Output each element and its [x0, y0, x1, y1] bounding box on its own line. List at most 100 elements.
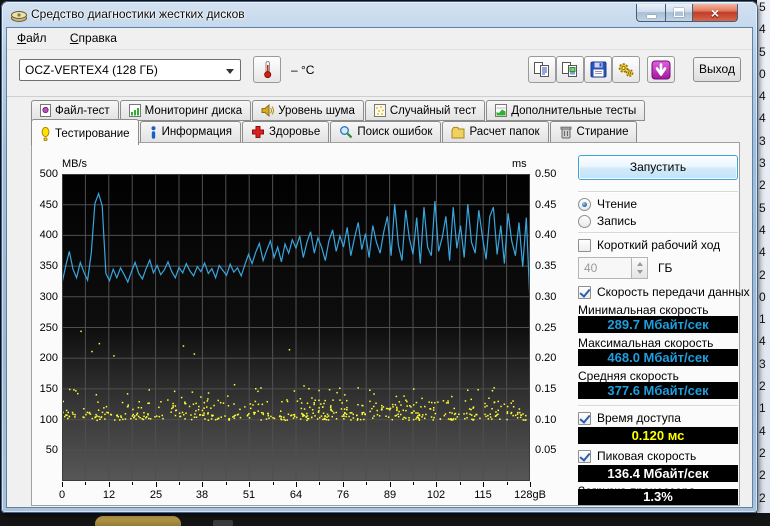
- spinner-arrows[interactable]: [632, 257, 648, 279]
- write-radio-row[interactable]: Запись: [578, 214, 636, 228]
- left-axis-tick-label: 350: [32, 260, 58, 272]
- tab-label: Уровень шума: [278, 105, 355, 117]
- exit-button-label: Выход: [699, 62, 735, 76]
- health-cross-icon: [251, 125, 265, 139]
- title-bar[interactable]: Средство диагностики жестких дисков ×: [1, 1, 758, 27]
- transfer-rate-row[interactable]: Скорость передачи данных: [578, 285, 750, 299]
- tab-erase[interactable]: Стирание: [550, 121, 638, 143]
- access-time-value: 0.120 мс: [578, 427, 738, 444]
- toolbar: OCZ-VERTEX4 (128 ГБ) – °C: [7, 50, 752, 97]
- x-axis-tick-label: 76: [337, 489, 349, 501]
- tab-error-scan[interactable]: Поиск ошибок: [330, 121, 441, 143]
- left-axis-tick-label: 400: [32, 229, 58, 241]
- burst-rate-checkbox[interactable]: [578, 450, 591, 463]
- tab-disk-monitor[interactable]: Мониторинг диска: [120, 100, 252, 121]
- background-digit: 4: [757, 223, 770, 245]
- thermometer-icon: [259, 60, 276, 79]
- background-digit: 4: [757, 334, 770, 356]
- short-stroke-checkbox[interactable]: [578, 239, 591, 252]
- tab-random-test[interactable]: Случайный тест: [365, 100, 485, 121]
- x-axis-tick-mark: [319, 482, 320, 485]
- read-radio[interactable]: [578, 198, 591, 211]
- client-area: Файл Справка OCZ-VERTEX4 (128 ГБ) – °C: [6, 27, 753, 508]
- tab-label: Расчет папок: [469, 126, 539, 138]
- file-test-icon: [40, 104, 51, 117]
- x-axis-tick-label: 0: [59, 489, 65, 501]
- left-axis-tick-label: 450: [32, 199, 58, 211]
- short-stroke-label: Короткий рабочий ход: [597, 238, 720, 252]
- window-title: Средство диагностики жестких дисков: [31, 7, 245, 21]
- x-axis-tick-mark: [109, 482, 110, 487]
- background-digit: 5: [757, 45, 770, 67]
- tab-noise-level[interactable]: Уровень шума: [252, 100, 364, 121]
- burst-rate-value: 136.4 Мбайт/сек: [578, 465, 738, 482]
- tab-label: Стирание: [577, 126, 629, 138]
- max-speed-value: 468.0 Мбайт/сек: [578, 349, 738, 366]
- access-time-label: Время доступа: [597, 411, 681, 425]
- short-stroke-row[interactable]: Короткий рабочий ход: [578, 238, 720, 252]
- background-digit: 3: [757, 156, 770, 178]
- burst-rate-row[interactable]: Пиковая скорость: [578, 449, 696, 463]
- tab-health[interactable]: Здоровье: [242, 121, 329, 143]
- copy-image-icon: [561, 61, 579, 78]
- background-digit: 1: [757, 401, 770, 423]
- x-axis-tick-mark: [273, 482, 274, 485]
- right-axis-unit: ms: [512, 158, 527, 170]
- access-time-row[interactable]: Время доступа: [578, 411, 681, 425]
- read-radio-row[interactable]: Чтение: [578, 197, 637, 211]
- tab-label: Случайный тест: [390, 105, 476, 117]
- temperature-value: – °C: [291, 63, 314, 77]
- tab-info[interactable]: Информация: [140, 121, 241, 143]
- close-button[interactable]: ×: [693, 4, 738, 22]
- drive-select-combobox[interactable]: OCZ-VERTEX4 (128 ГБ): [19, 59, 241, 81]
- x-axis-tick-label: 115: [474, 489, 492, 501]
- left-axis-tick-label: 50: [32, 444, 58, 456]
- copy-image-button[interactable]: [556, 56, 584, 83]
- maximize-icon: [674, 8, 684, 17]
- save-icon: [590, 61, 607, 78]
- right-axis-tick-label: 0.40: [535, 229, 561, 241]
- start-button[interactable]: Запустить: [578, 155, 738, 180]
- maximize-button[interactable]: [665, 4, 693, 22]
- magnifier-icon: [339, 125, 353, 139]
- background-digit: 2: [757, 379, 770, 401]
- x-axis-tick-label: 38: [196, 489, 208, 501]
- max-speed-label: Максимальная скорость: [578, 336, 713, 350]
- screenshot-button[interactable]: [647, 56, 675, 83]
- right-axis-tick-label: 0.50: [535, 168, 561, 180]
- x-axis-tick-mark: [390, 482, 391, 487]
- gb-unit-label: ГБ: [658, 261, 672, 275]
- x-axis-tick-mark: [179, 482, 180, 485]
- save-button[interactable]: [584, 56, 612, 83]
- x-axis-tick-mark: [132, 482, 133, 485]
- tab-benchmark[interactable]: Тестирование: [31, 119, 139, 145]
- tab-file-test[interactable]: Файл-тест: [31, 100, 119, 121]
- tab-label: Мониторинг диска: [145, 105, 243, 117]
- right-axis-tick-label: 0.25: [535, 322, 561, 334]
- transfer-rate-label: Скорость передачи данных: [597, 285, 750, 299]
- chevron-down-icon: [226, 69, 234, 74]
- tab-extra-tests[interactable]: Дополнительные тесты: [486, 100, 645, 121]
- left-axis-tick-label: 250: [32, 322, 58, 334]
- short-stroke-spinner[interactable]: 40: [578, 257, 632, 279]
- desktop-icon-fragment: [213, 520, 233, 526]
- minimize-button[interactable]: [636, 4, 665, 22]
- write-radio[interactable]: [578, 215, 591, 228]
- screen: 54504433254420143214222 Средство диагнос…: [0, 0, 770, 526]
- menu-help[interactable]: Справка: [60, 28, 127, 48]
- background-window-sliver: 54504433254420143214222: [757, 0, 770, 513]
- tab-folder-usage[interactable]: Расчет папок: [442, 121, 548, 143]
- transfer-rate-checkbox[interactable]: [578, 286, 591, 299]
- menu-file[interactable]: Файл: [7, 28, 57, 48]
- exit-button[interactable]: Выход: [693, 57, 741, 82]
- access-time-checkbox[interactable]: [578, 412, 591, 425]
- x-axis-tick-label: 102: [427, 489, 445, 501]
- background-digit: 2: [757, 268, 770, 290]
- tab-label: Тестирование: [55, 128, 130, 140]
- benchmark-chart: MB/sms500450400350300250200150100500.500…: [32, 147, 592, 503]
- controls-panel: Запустить Чтение Запись Короткий рабочий…: [578, 143, 738, 507]
- copy-text-button[interactable]: [528, 56, 556, 83]
- options-button[interactable]: [612, 56, 640, 83]
- temperature-button[interactable]: [253, 56, 281, 83]
- app-window: Средство диагностики жестких дисков × Фа…: [1, 1, 758, 513]
